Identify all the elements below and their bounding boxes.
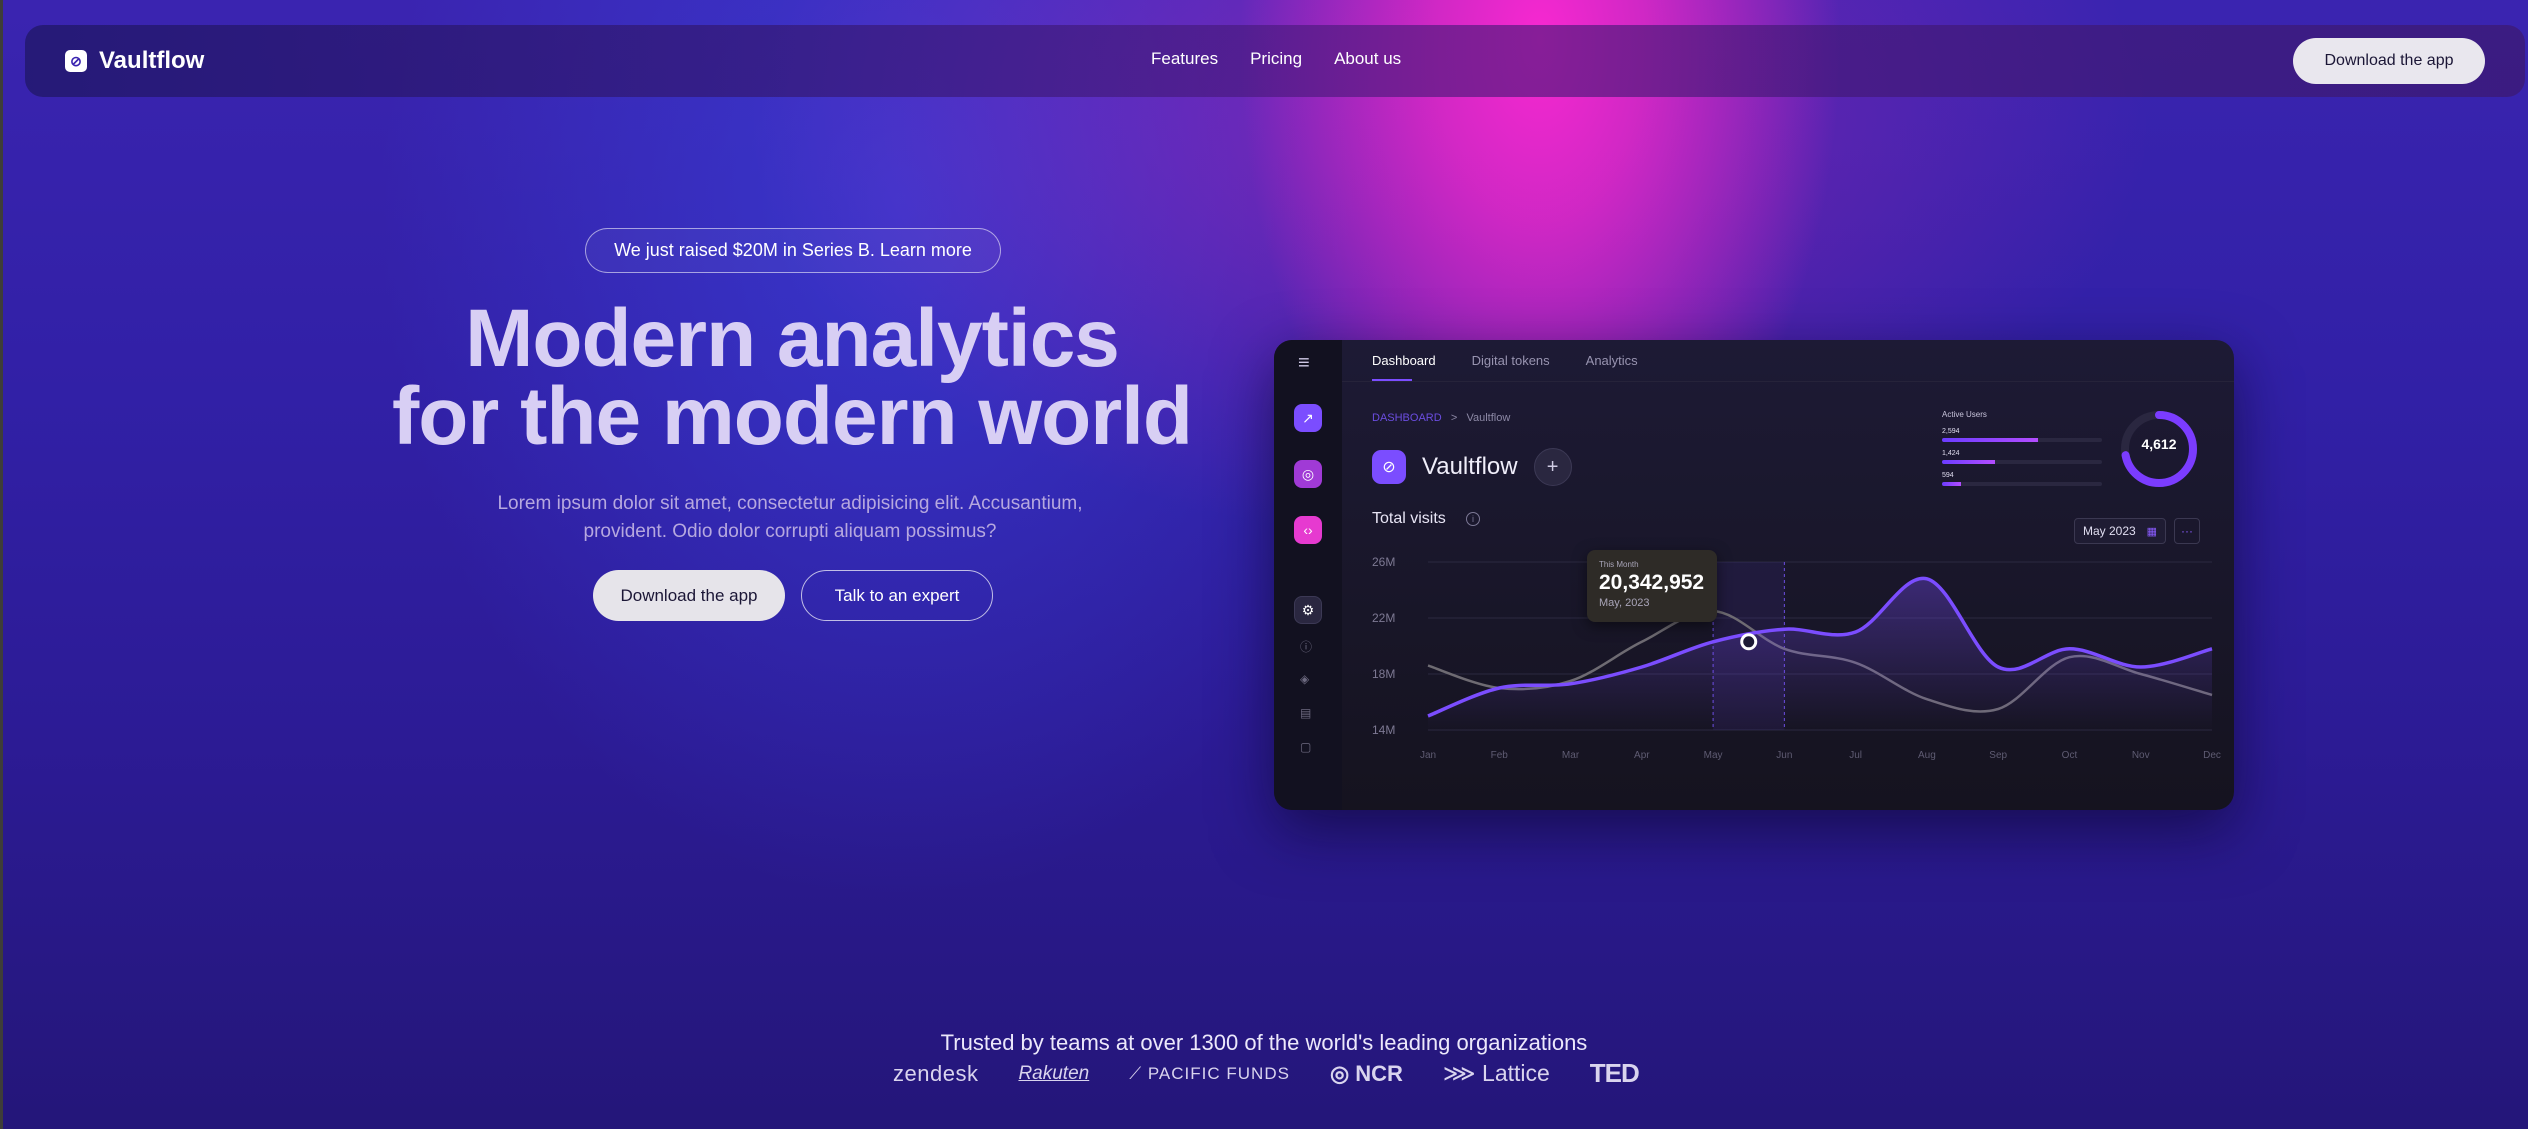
nav-link-about[interactable]: About us xyxy=(1334,49,1401,69)
active-users-bar-2 xyxy=(1942,460,2102,464)
lattice-wordmark: Lattice xyxy=(1482,1060,1550,1086)
y-tick-label: 18M xyxy=(1372,667,1395,681)
workspace-logo-icon: ⊘ xyxy=(1372,450,1406,484)
add-button[interactable]: + xyxy=(1533,448,1572,486)
clipboard-icon[interactable]: ▢ xyxy=(1300,740,1311,754)
total-visits-chart: 26M 22M 18M 14M Jan Feb Mar Apr May Jun Jul Aug Sep O… xyxy=(1372,555,2221,761)
top-nav: ⊘ Vaultflow Features Pricing About us Do… xyxy=(25,25,2525,97)
chart-title: Total visits xyxy=(1372,510,1446,527)
pacific-funds-logo: ⟋ PACIFIC FUNDS xyxy=(1129,1063,1290,1083)
tab-digital-tokens[interactable]: Digital tokens xyxy=(1472,353,1550,368)
active-users-total: 4,612 xyxy=(2141,436,2177,452)
active-users-ring: 4,612 xyxy=(2118,408,2200,490)
chart-tooltip: This Month 20,342,952 May, 2023 xyxy=(1587,550,1717,622)
nav-link-pricing[interactable]: Pricing xyxy=(1250,49,1302,69)
highlight-point xyxy=(1740,633,1758,651)
subtext-line-2: provident. Odio dolor corrupti aliquam p… xyxy=(583,521,997,542)
x-tick-label: Nov xyxy=(2132,750,2150,761)
dashboard-preview: ≡ ↗ ◎ ‹› ⚙ ⓘ ◈ ▤ ▢ Dashboard Digital tok… xyxy=(1274,340,2234,810)
x-tick-label: Jun xyxy=(1776,750,1792,761)
active-users-bar-fill xyxy=(1942,482,1962,486)
ncr-logo: ◎ NCR xyxy=(1329,1060,1403,1086)
active-users-bar-3 xyxy=(1942,482,2102,486)
x-tick-label: Jul xyxy=(1849,750,1862,761)
zendesk-logo: zendesk xyxy=(893,1060,979,1086)
chart-icon[interactable]: ↗ xyxy=(1294,404,1322,432)
y-tick-label: 26M xyxy=(1372,555,1395,569)
headline-line-2: for the modern world xyxy=(392,371,1193,462)
active-users-bar-fill xyxy=(1942,460,1995,464)
breadcrumb-separator: > xyxy=(1450,412,1458,424)
breadcrumb-root[interactable]: DASHBOARD xyxy=(1372,412,1442,424)
x-tick-label: Aug xyxy=(1918,750,1936,761)
rakuten-logo: Rakuten xyxy=(1018,1062,1090,1084)
workspace-header: ⊘ Vaultflow + xyxy=(1372,448,1572,486)
x-tick-label: Jan xyxy=(1420,750,1436,761)
tab-dashboard[interactable]: Dashboard xyxy=(1372,353,1436,381)
x-tick-label: Apr xyxy=(1634,750,1650,761)
breadcrumb: DASHBOARD > Vaultflow xyxy=(1372,412,1510,424)
layers-icon[interactable]: ◈ xyxy=(1300,672,1309,686)
tab-analytics[interactable]: Analytics xyxy=(1586,353,1638,368)
globe-icon[interactable]: ◎ xyxy=(1294,460,1322,488)
y-tick-label: 14M xyxy=(1372,723,1395,737)
x-tick-label: Sep xyxy=(1989,750,2007,761)
workspace-title: Vaultflow xyxy=(1422,453,1518,480)
help-icon[interactable]: ⓘ xyxy=(1300,638,1312,655)
subtext-line-1: Lorem ipsum dolor sit amet, consectetur … xyxy=(497,493,1083,514)
x-tick-label: Oct xyxy=(2062,750,2078,761)
active-users-title: Active Users xyxy=(1942,410,1987,419)
more-options-button[interactable]: ··· xyxy=(2174,518,2200,544)
active-users-value-1: 2,594 xyxy=(1942,428,1960,435)
nav-link-features[interactable]: Features xyxy=(1151,49,1218,69)
active-users-value-3: 594 xyxy=(1942,472,1954,479)
ncr-wordmark: NCR xyxy=(1355,1060,1403,1086)
nav-links: Features Pricing About us xyxy=(1151,49,1401,69)
y-tick-label: 22M xyxy=(1372,611,1395,625)
hero-headline: Modern analytics for the modern world xyxy=(392,293,1193,462)
menu-icon[interactable]: ≡ xyxy=(1298,352,1310,375)
tooltip-date: May, 2023 xyxy=(1599,597,1650,609)
dashboard-main: Dashboard Digital tokens Analytics DASHB… xyxy=(1342,340,2234,810)
vaultflow-logo-icon: ⊘ xyxy=(65,50,87,72)
x-tick-label: Mar xyxy=(1562,750,1580,761)
active-users-bar-fill xyxy=(1942,438,2038,442)
x-tick-label: May xyxy=(1704,750,1723,761)
pacific-funds-wordmark: PACIFIC FUNDS xyxy=(1147,1063,1290,1083)
x-tick-label: Dec xyxy=(2203,750,2221,761)
x-tick-label: Feb xyxy=(1491,750,1509,761)
trusted-caption: Trusted by teams at over 1300 of the wor… xyxy=(940,1030,1588,1055)
date-filter[interactable]: May 2023 ▦ xyxy=(2074,518,2166,544)
date-filter-value: May 2023 xyxy=(2083,524,2136,538)
talk-to-expert-button[interactable]: Talk to an expert xyxy=(801,570,993,621)
brand-logo[interactable]: ⊘ Vaultflow xyxy=(65,47,204,75)
code-icon[interactable]: ‹› xyxy=(1294,516,1322,544)
headline-line-1: Modern analytics xyxy=(465,293,1120,384)
dashboard-tabs: Dashboard Digital tokens Analytics xyxy=(1342,340,2234,382)
active-users-bar-1 xyxy=(1942,438,2102,442)
announcement-pill[interactable]: We just raised $20M in Series B. Learn m… xyxy=(585,228,1001,273)
info-icon[interactable]: i xyxy=(1466,512,1480,526)
hero-download-button[interactable]: Download the app xyxy=(593,570,785,621)
active-users-value-2: 1,424 xyxy=(1942,450,1960,457)
tooltip-label: This Month xyxy=(1599,560,1639,569)
settings-icon[interactable]: ⚙ xyxy=(1294,596,1322,624)
calendar-icon: ▦ xyxy=(2146,525,2157,538)
brand-name: Vaultflow xyxy=(99,47,205,74)
lattice-logo: ⋙ Lattice xyxy=(1442,1060,1550,1086)
tooltip-value: 20,342,952 xyxy=(1599,571,1705,594)
breadcrumb-current: Vaultflow xyxy=(1466,412,1511,424)
dashboard-sidebar: ≡ ↗ ◎ ‹› ⚙ ⓘ ◈ ▤ ▢ xyxy=(1274,340,1342,810)
nav-download-button[interactable]: Download the app xyxy=(2293,38,2485,84)
hero-subtext: Lorem ipsum dolor sit amet, consectetur … xyxy=(480,490,1100,546)
window-edge xyxy=(0,0,3,1129)
customer-logos: zendesk Rakuten ⟋ PACIFIC FUNDS ◎ NCR ⋙ … xyxy=(893,1058,1640,1089)
ted-logo: TED xyxy=(1589,1058,1640,1088)
server-icon[interactable]: ▤ xyxy=(1300,706,1311,720)
